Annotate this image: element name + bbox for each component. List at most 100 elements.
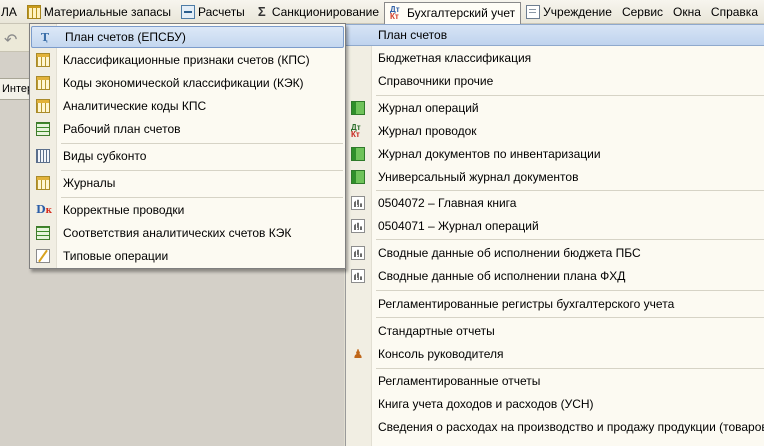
submenu-item-epsbu[interactable]: Ҭ План счетов (ЕПСБУ) <box>31 26 344 48</box>
undo-icon[interactable]: ↶ <box>4 30 17 50</box>
menu-item-standard-reports[interactable]: Стандартные отчеты <box>346 320 764 342</box>
menu-accounting-label: Бухгалтерский учет <box>407 6 516 20</box>
menu-service[interactable]: Сервис <box>617 2 668 22</box>
green-table-icon <box>36 122 50 136</box>
submenu-item-kek-correspondence[interactable]: Соответствия аналитических счетов КЭК <box>30 222 345 244</box>
menu-item-label: Журнал документов по инвентаризации <box>378 147 601 161</box>
menu-item-label: Справочники прочие <box>378 74 494 88</box>
submenu-item-label: План счетов (ЕПСБУ) <box>65 30 186 44</box>
green-table-icon <box>36 226 50 240</box>
tab-interface-label: Интерфейс <box>2 83 29 95</box>
menu-item-label: Универсальный журнал документов <box>378 170 579 184</box>
menu-item-entries-journal[interactable]: Дт Кт Журнал проводок <box>346 120 764 142</box>
menu-separator <box>376 95 764 96</box>
submenu-item-label: Журналы <box>63 176 116 190</box>
menu-item-label: Журнал операций <box>378 101 479 115</box>
dk-icon: Dк <box>36 203 53 216</box>
menu-item-regulated-reports[interactable]: Регламентированные отчеты <box>346 370 764 392</box>
green-journal-icon <box>351 170 365 184</box>
menu-service-label: Сервис <box>621 4 664 19</box>
menu-item-fhd-execution-summary[interactable]: Сводные данные об исполнении плана ФХД <box>346 265 764 287</box>
menu-item-other-catalogs[interactable]: Справочники прочие <box>346 70 764 92</box>
submenu-item-label: Коды экономической классификации (КЭК) <box>63 76 304 90</box>
menu-item-universal-journal[interactable]: Универсальный журнал документов <box>346 166 764 188</box>
menu-item-label: Журнал проводок <box>378 124 477 138</box>
calc-icon <box>181 4 196 19</box>
submenu-item-journals[interactable]: Журналы <box>30 172 345 194</box>
menu-institution[interactable]: Учреждение <box>521 2 617 22</box>
menu-separator <box>376 368 764 369</box>
submenu-item-correct-entries[interactable]: Dк Корректные проводки <box>30 199 345 221</box>
menu-item-operations-journal[interactable]: Журнал операций <box>346 97 764 119</box>
report-icon <box>351 196 365 210</box>
menu-windows[interactable]: Окна <box>668 2 706 22</box>
green-journal-icon <box>351 147 365 161</box>
menu-la[interactable]: ЛА <box>0 2 22 22</box>
menu-item-label: 0504072 – Главная книга <box>378 196 517 210</box>
menu-separator <box>61 197 343 198</box>
table-icon <box>36 176 50 190</box>
menu-item-production-costs[interactable]: Сведения о расходах на производство и пр… <box>346 416 764 438</box>
menu-materials[interactable]: Материальные запасы <box>22 2 176 22</box>
submenu-item-subconto-types[interactable]: Виды субконто <box>30 145 345 167</box>
table-icon <box>36 99 50 113</box>
submenu-item-label: Соответствия аналитических счетов КЭК <box>63 226 292 240</box>
menu-help[interactable]: Справка <box>706 2 763 22</box>
accounting-menu: План счетов Бюджетная классификация Спра… <box>345 24 764 446</box>
menu-item-label: Консоль руководителя <box>378 347 504 361</box>
menu-item-inventory-journal[interactable]: Журнал документов по инвентаризации <box>346 143 764 165</box>
submenu-item-label: Корректные проводки <box>63 203 185 217</box>
document-icon <box>526 4 541 19</box>
chart-of-accounts-icon: Ҭ <box>40 31 50 44</box>
menu-item-label: Регламентированные регистры бухгалтерско… <box>378 297 675 311</box>
menu-sanctioning[interactable]: Σ Санкционирование <box>250 2 384 22</box>
menu-item-journal-0504071[interactable]: 0504071 – Журнал операций <box>346 215 764 237</box>
submenu-item-kps[interactable]: Классификационные признаки счетов (КПС) <box>30 49 345 71</box>
menu-item-chart-of-accounts[interactable]: План счетов <box>346 24 764 46</box>
dt-kt-icon: Дт Кт <box>390 5 400 21</box>
submenu-item-label: Виды субконто <box>63 149 147 163</box>
menu-item-label: Сведения о расходах на производство и пр… <box>378 420 764 434</box>
view-grid-icon <box>36 149 50 163</box>
submenu-item-working-plan[interactable]: Рабочий план счетов <box>30 118 345 140</box>
submenu-item-analytic-kps[interactable]: Аналитические коды КПС <box>30 95 345 117</box>
menu-item-label: Регламентированные отчеты <box>378 374 541 388</box>
menu-institution-label: Учреждение <box>543 4 612 19</box>
menu-settlements[interactable]: Расчеты <box>176 2 250 22</box>
dt-kt-icon: Дт Кт <box>351 123 361 139</box>
tab-interface[interactable]: Интерфейс <box>0 78 30 100</box>
submenu-item-label: Классификационные признаки счетов (КПС) <box>63 53 310 67</box>
submenu-item-typical-operations[interactable]: Типовые операции <box>30 245 345 267</box>
menu-la-label: ЛА <box>1 4 17 19</box>
menu-accounting[interactable]: Дт Кт Бухгалтерский учет <box>384 1 522 24</box>
table-icon <box>26 4 41 19</box>
menu-item-general-ledger[interactable]: 0504072 – Главная книга <box>346 192 764 214</box>
menu-materials-label: Материальные запасы <box>43 4 172 19</box>
chart-of-accounts-submenu: Ҭ План счетов (ЕПСБУ) Классификационные … <box>29 23 346 269</box>
menu-item-budget-classification[interactable]: Бюджетная классификация <box>346 47 764 69</box>
submenu-item-label: Типовые операции <box>63 249 169 263</box>
manager-console-icon: ♟ <box>352 347 364 361</box>
menu-separator <box>376 317 764 318</box>
menu-item-budget-execution-summary[interactable]: Сводные данные об исполнении бюджета ПБС <box>346 242 764 264</box>
main-menu-bar: ЛА Материальные запасы Расчеты Σ Санкцио… <box>0 0 764 24</box>
menu-item-manager-console[interactable]: ♟ Консоль руководителя <box>346 343 764 365</box>
menu-item-usn-ledger[interactable]: Книга учета доходов и расходов (УСН) <box>346 393 764 415</box>
menu-separator <box>61 143 343 144</box>
menu-item-label: Сводные данные об исполнении бюджета ПБС <box>378 246 641 260</box>
menu-separator <box>376 290 764 291</box>
menu-item-label: 0504071 – Журнал операций <box>378 219 539 233</box>
menu-item-label: Бюджетная классификация <box>378 51 532 65</box>
menu-item-regulated-registers[interactable]: Регламентированные регистры бухгалтерско… <box>346 293 764 315</box>
green-journal-icon <box>351 101 365 115</box>
menu-item-label: Книга учета доходов и расходов (УСН) <box>378 397 594 411</box>
submenu-item-kek[interactable]: Коды экономической классификации (КЭК) <box>30 72 345 94</box>
menu-windows-label: Окна <box>673 4 701 19</box>
report-icon <box>351 246 365 260</box>
menu-separator <box>61 170 343 171</box>
menu-item-label: Сводные данные об исполнении плана ФХД <box>378 269 626 283</box>
menu-item-label: План счетов <box>378 28 448 42</box>
menu-separator <box>376 239 764 240</box>
table-icon <box>36 76 50 90</box>
menu-separator <box>376 190 764 191</box>
